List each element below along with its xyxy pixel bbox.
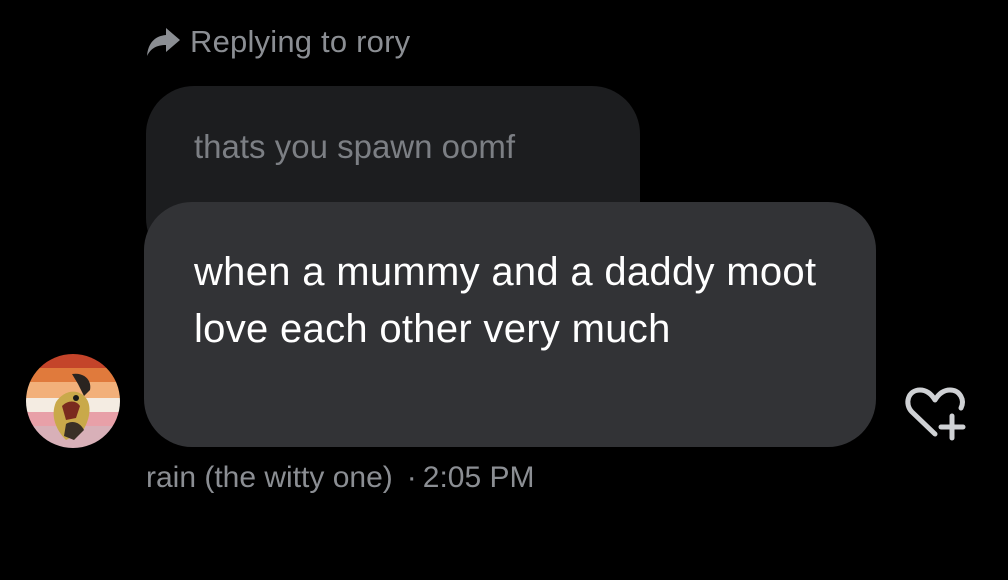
message-meta: rain (the witty one) · 2:05 PM	[146, 458, 535, 498]
message-bubble[interactable]: when a mummy and a daddy moot love each …	[144, 202, 876, 447]
reply-header[interactable]: Replying to rory	[146, 22, 410, 62]
meta-separator: ·	[406, 461, 417, 494]
message-timestamp: 2:05 PM	[422, 461, 535, 494]
message-text: when a mummy and a daddy moot love each …	[194, 250, 817, 351]
avatar-image	[26, 354, 120, 448]
quoted-message-text: thats you spawn oomf	[194, 128, 516, 165]
reply-arrow-icon	[146, 25, 182, 59]
heart-plus-icon	[905, 387, 966, 441]
reply-label: Replying to rory	[190, 24, 411, 59]
sender-name[interactable]: rain (the witty one)	[146, 461, 393, 495]
avatar[interactable]	[26, 354, 120, 448]
add-reaction-button[interactable]	[904, 386, 970, 442]
